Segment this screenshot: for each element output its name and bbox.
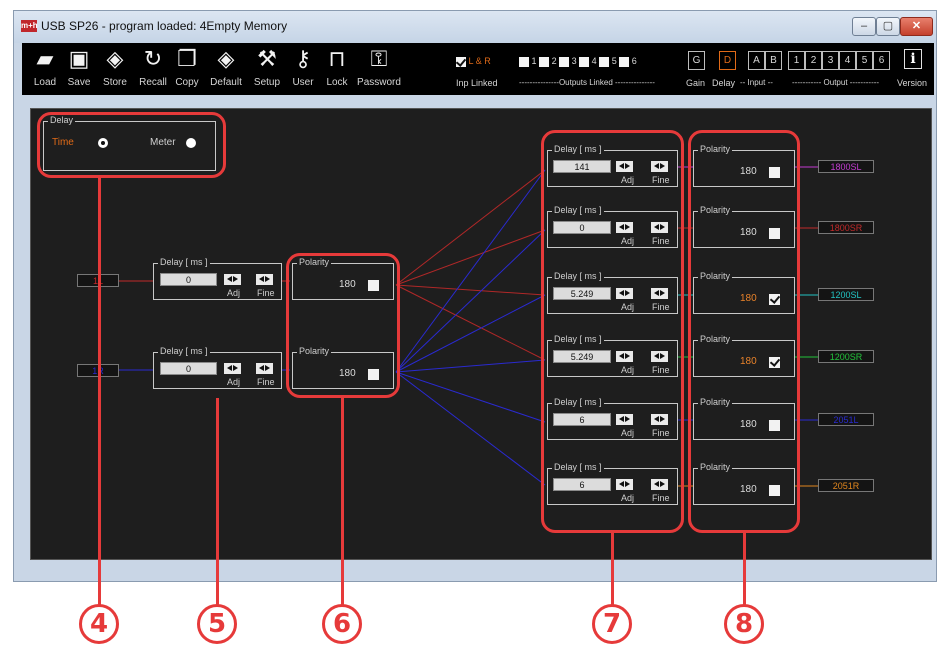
callout-5: 5 xyxy=(197,604,237,644)
output-1-label: 1800SL xyxy=(818,160,874,173)
fine-arrows-icon[interactable] xyxy=(256,274,273,285)
fine-label: Fine xyxy=(257,288,275,298)
output-4-label: 1200SR xyxy=(818,350,874,363)
highlight-input-polarity xyxy=(286,253,400,398)
output-2-label: 1800SR xyxy=(818,221,874,234)
callout-6: 6 xyxy=(322,604,362,644)
output-3-label: 1200SL xyxy=(818,288,874,301)
fine-arrows-icon[interactable] xyxy=(256,363,273,374)
adj-label: Adj xyxy=(227,288,241,298)
highlight-output-delay xyxy=(541,130,684,533)
callout-4: 4 xyxy=(79,604,119,644)
callout-7: 7 xyxy=(592,604,632,644)
adj-label: Adj xyxy=(227,377,241,387)
output-5-label: 2051L xyxy=(818,413,874,426)
input-1l-delay-group: Delay [ ms ] 0 Adj Fine xyxy=(153,257,282,300)
highlight-delay-mode xyxy=(37,112,226,178)
input-1r-delay-value[interactable]: 0 xyxy=(160,362,217,375)
delay-title: Delay [ ms ] xyxy=(158,346,210,356)
adj-arrows-icon[interactable] xyxy=(224,274,241,285)
output-6-label: 2051R xyxy=(818,479,874,492)
input-1r-delay-group: Delay [ ms ] 0 Adj Fine xyxy=(153,346,282,389)
callout-8: 8 xyxy=(724,604,764,644)
input-1l-delay-value[interactable]: 0 xyxy=(160,273,217,286)
callout-line-6 xyxy=(341,398,344,606)
callout-line-4 xyxy=(98,178,101,606)
fine-label: Fine xyxy=(257,377,275,387)
callout-line-5 xyxy=(216,398,219,606)
adj-arrows-icon[interactable] xyxy=(224,363,241,374)
callout-line-7 xyxy=(611,533,614,606)
page: m+h USB SP26 - program loaded: 4Empty Me… xyxy=(0,0,941,646)
highlight-output-polarity xyxy=(688,130,800,533)
delay-title: Delay [ ms ] xyxy=(158,257,210,267)
callout-line-8 xyxy=(743,533,746,606)
